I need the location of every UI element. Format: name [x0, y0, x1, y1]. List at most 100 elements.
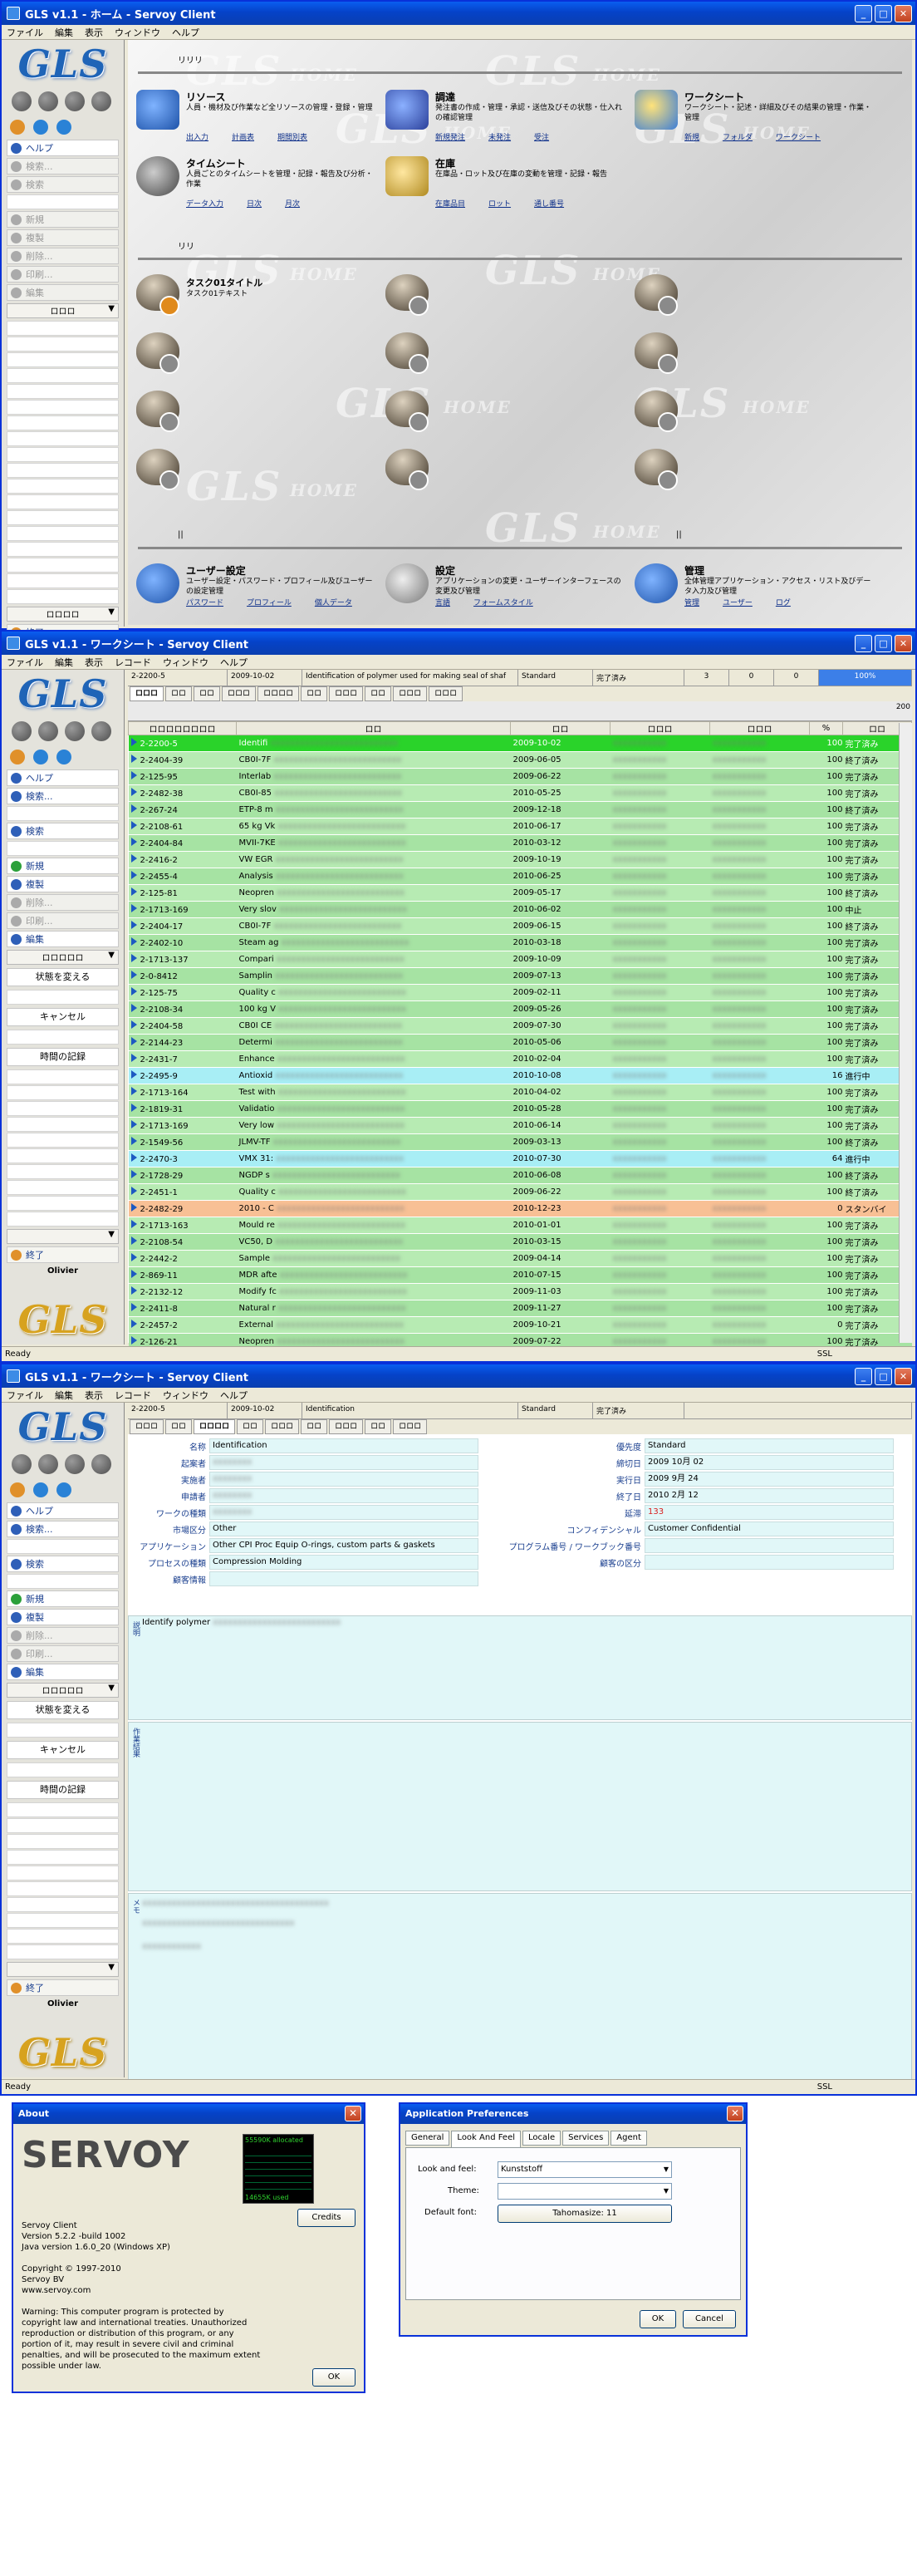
task-item[interactable] — [385, 391, 435, 434]
tile-link[interactable]: 新規発注 — [435, 131, 465, 142]
sidebar-footer[interactable]: ▼ — [7, 1962, 119, 1977]
maximize-icon[interactable]: □ — [875, 635, 892, 652]
info-icon[interactable] — [56, 1482, 71, 1497]
sidebar-item-print[interactable]: 印刷... — [7, 1645, 119, 1662]
table-row[interactable]: 2-2404-84 MVII-7KE xxxxxxxxxxxxxxxxxxxxxx… — [128, 834, 912, 852]
table-row[interactable]: 2-2431-7 Enhance xxxxxxxxxxxxxxxxxxxxxxxx… — [128, 1050, 912, 1068]
table-row[interactable]: 2-2457-2 External xxxxxxxxxxxxxxxxxxxxxxx… — [128, 1316, 912, 1334]
task-item[interactable] — [385, 449, 435, 492]
menu-edit[interactable]: 編集 — [55, 26, 73, 39]
vertical-scrollbar[interactable] — [899, 723, 912, 1343]
nav-circle-icon[interactable] — [91, 1454, 111, 1474]
table-row[interactable]: 2-2482-29 2010 - C xxxxxxxxxxxxxxxxxxxxxx… — [128, 1200, 912, 1217]
sidebar-item-find[interactable]: 検索... — [7, 158, 119, 175]
task-item[interactable] — [635, 332, 684, 376]
menu-view[interactable]: 表示 — [85, 1389, 103, 1402]
sidebar-item-edit[interactable]: 編集 — [7, 284, 119, 301]
task-item[interactable] — [385, 332, 435, 376]
close-icon[interactable]: ✕ — [895, 1368, 912, 1385]
task-item[interactable] — [635, 391, 684, 434]
tile-link[interactable]: 新規 — [684, 131, 699, 142]
tab-item[interactable]: ロロロロ — [194, 1419, 236, 1434]
filter-bar[interactable]: 200 — [128, 701, 912, 721]
sidebar-item-duplicate[interactable]: 複製 — [7, 1609, 119, 1625]
tab-item[interactable]: ロロ — [194, 686, 221, 701]
nav-circle-icon[interactable] — [38, 721, 58, 741]
credits-button[interactable]: Credits — [297, 2209, 356, 2227]
exit-button[interactable]: 終了 — [7, 1979, 119, 1996]
tab-item[interactable]: ロロ — [301, 1419, 328, 1434]
table-row[interactable]: 2-1819-31 Validatio xxxxxxxxxxxxxxxxxxxxx… — [128, 1100, 912, 1118]
table-row[interactable]: 2-2144-23 Determi xxxxxxxxxxxxxxxxxxxxxxx… — [128, 1034, 912, 1051]
table-row[interactable]: 2-869-11 MDR afte xxxxxxxxxxxxxxxxxxxxxxx… — [128, 1266, 912, 1284]
close-icon[interactable]: ✕ — [345, 2106, 361, 2121]
sidebar-footer[interactable]: ロロロロ ▼ — [7, 607, 119, 622]
task-item[interactable] — [385, 274, 435, 317]
home-titlebar[interactable]: GLS v1.1 - ホーム - Servoy Client _ □ ✕ — [2, 2, 915, 25]
table-row[interactable]: 2-2108-54 VC50, D xxxxxxxxxxxxxxxxxxxxxxx… — [128, 1233, 912, 1251]
tab-item[interactable]: ロロロ — [393, 686, 428, 701]
minimize-icon[interactable]: _ — [855, 1368, 872, 1385]
table-row[interactable]: 2-1549-56 JLMV-TF xxxxxxxxxxxxxxxxxxxxxxx… — [128, 1133, 912, 1151]
priority-field[interactable]: Standard — [645, 1438, 894, 1453]
sidebar-item-new[interactable]: 新規 — [7, 1590, 119, 1607]
tile-link[interactable]: データ入力 — [186, 198, 223, 209]
sidebar-item-new[interactable]: 新規 — [7, 211, 119, 228]
cancel-button[interactable]: Cancel — [683, 2310, 736, 2328]
tab-locale[interactable]: Locale — [522, 2131, 561, 2146]
sidebar-item-search[interactable]: 検索 — [7, 823, 119, 839]
home-icon[interactable] — [10, 750, 25, 764]
default-font-button[interactable]: Tahomasize: 11 — [498, 2205, 672, 2223]
menu-help[interactable]: ヘルプ — [220, 1389, 248, 1402]
customer-category-field[interactable] — [645, 1555, 894, 1570]
table-row[interactable]: 2-2482-38 CB0I-85 xxxxxxxxxxxxxxxxxxxxxxx… — [128, 784, 912, 802]
table-row[interactable]: 2-1713-169 Very slov xxxxxxxxxxxxxxxxxxxx… — [128, 901, 912, 918]
detail-titlebar[interactable]: GLS v1.1 - ワークシート - Servoy Client _ □ ✕ — [2, 1364, 915, 1388]
description-section[interactable]: 説明 Identify polymer xxxxxxxxxxxxxxxxxxxx… — [128, 1615, 912, 1720]
end-date-field[interactable]: 2010 2月 12 — [645, 1488, 894, 1503]
sidebar-item-help[interactable]: ヘルプ — [7, 140, 119, 156]
tab-item[interactable]: ロロロ — [130, 1419, 164, 1434]
sidebar-item-delete[interactable]: 削除... — [7, 894, 119, 911]
nav-circle-icon[interactable] — [65, 91, 85, 111]
about-titlebar[interactable]: About ✕ — [13, 2104, 364, 2124]
cancel-button[interactable]: キャンセル — [7, 1008, 119, 1026]
tile-link[interactable]: ワークシート — [776, 131, 821, 142]
tab-item[interactable]: ロロ — [365, 686, 392, 701]
sidebar-item-delete[interactable]: 削除... — [7, 1627, 119, 1644]
table-row[interactable]: 2-2404-17 CB0I-7F xxxxxxxxxxxxxxxxxxxxxxx… — [128, 917, 912, 935]
tile-link[interactable]: 受注 — [534, 131, 549, 142]
nav-circle-icon[interactable] — [12, 721, 32, 741]
tab-agent[interactable]: Agent — [611, 2131, 647, 2146]
table-row[interactable]: 2-125-81 Neopren xxxxxxxxxxxxxxxxxxxxxxxx… — [128, 884, 912, 902]
sidebar-item-edit[interactable]: 編集 — [7, 1664, 119, 1680]
nav-circle-icon[interactable] — [12, 91, 32, 111]
tab-item[interactable]: ロロロ — [265, 1419, 300, 1434]
requester-field[interactable]: xxxxxxxx — [209, 1488, 478, 1503]
table-row[interactable]: 2-2404-58 CB0I CE xxxxxxxxxxxxxxxxxxxxxxx… — [128, 1017, 912, 1035]
nav-circle-icon[interactable] — [65, 721, 85, 741]
nav-circle-icon[interactable] — [91, 721, 111, 741]
close-icon[interactable]: ✕ — [727, 2106, 743, 2121]
refresh-icon[interactable] — [33, 750, 48, 764]
due-date-field[interactable]: 2009 10月 02 — [645, 1455, 894, 1470]
initiator-field[interactable]: xxxxxxxx — [209, 1455, 478, 1470]
column-header[interactable]: ロロロ — [709, 721, 810, 735]
menu-window[interactable]: ウィンドウ — [163, 1389, 208, 1402]
tab-item[interactable]: ロロロ — [393, 1419, 428, 1434]
nav-circle-icon[interactable] — [65, 1454, 85, 1474]
column-header[interactable]: ロロロ — [610, 721, 710, 735]
delay-field[interactable]: 133 — [645, 1505, 894, 1520]
exit-button[interactable]: 終了 — [7, 1246, 119, 1263]
sidebar-item-search[interactable]: 検索 — [7, 1556, 119, 1572]
task-item[interactable] — [136, 449, 186, 492]
sidebar-item-print[interactable]: 印刷... — [7, 912, 119, 929]
tile-link[interactable]: 管理 — [684, 597, 699, 607]
sidebar-item-duplicate[interactable]: 複製 — [7, 229, 119, 246]
minimize-icon[interactable]: _ — [855, 5, 872, 22]
task-item[interactable] — [136, 391, 186, 434]
table-row[interactable]: 2-267-24 ETP-8 m xxxxxxxxxxxxxxxxxxxxxxxx… — [128, 801, 912, 819]
close-icon[interactable]: ✕ — [895, 635, 912, 652]
table-row[interactable]: 2-125-95 Interlab xxxxxxxxxxxxxxxxxxxxxxx… — [128, 768, 912, 785]
tile-link[interactable]: プロフィール — [247, 597, 292, 607]
